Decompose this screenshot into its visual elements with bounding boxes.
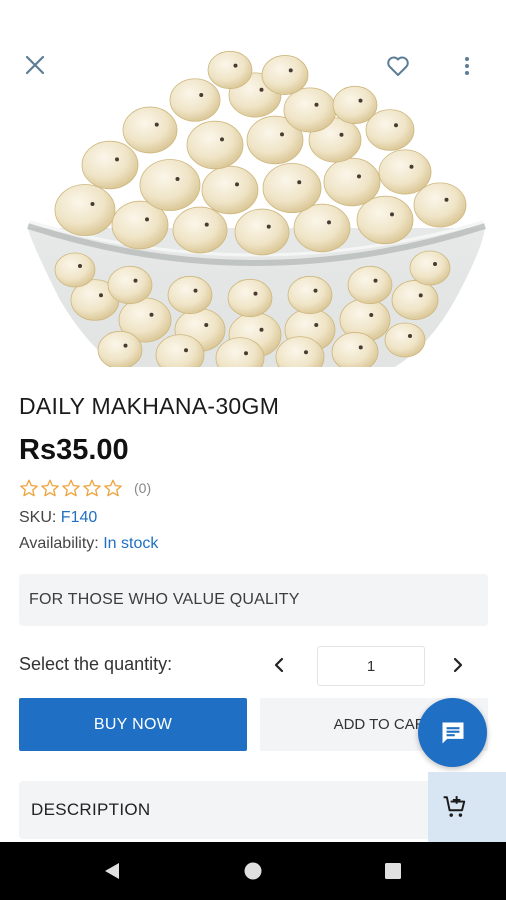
more-options-button[interactable] [453, 50, 481, 82]
rating-row[interactable]: (0) [19, 479, 151, 497]
cart-shortcut-button[interactable] [428, 772, 506, 842]
tagline-panel: FOR THOSE WHO VALUE QUALITY [19, 574, 488, 626]
tagline-text: FOR THOSE WHO VALUE QUALITY [29, 591, 300, 608]
product-title: DAILY MAKHANA-30GM [19, 393, 280, 419]
nav-recents-button[interactable] [378, 856, 408, 886]
availability-label: Availability: [19, 535, 99, 552]
quantity-decrease-button[interactable] [265, 651, 293, 679]
nav-back-button[interactable] [97, 856, 127, 886]
star-empty-icon [20, 479, 38, 497]
sku-value: F140 [60, 509, 98, 526]
home-circle-icon [244, 862, 262, 880]
buy-now-button[interactable]: BUY NOW [19, 698, 247, 751]
rating-count: (0) [134, 480, 152, 496]
add-shopping-cart-icon [443, 796, 466, 817]
more-vert-icon [465, 57, 469, 75]
availability-value: In stock [103, 535, 159, 552]
chevron-left-icon [274, 657, 284, 673]
quantity-input[interactable]: 1 [317, 646, 425, 686]
close-button[interactable] [18, 48, 52, 82]
sku-label: SKU: [19, 509, 57, 526]
star-empty-icon [41, 479, 59, 497]
nav-home-button[interactable] [238, 856, 268, 886]
star-empty-icon [62, 479, 80, 497]
product-price: Rs35.00 [19, 434, 129, 466]
description-title: DESCRIPTION [31, 800, 151, 819]
star-empty-icon [104, 479, 122, 497]
availability-row: Availability: In stock [19, 535, 158, 553]
quantity-label: Select the quantity: [19, 654, 173, 674]
star-empty-icon [83, 479, 101, 497]
recents-square-icon [385, 863, 401, 879]
back-triangle-icon [105, 863, 119, 879]
sku-row: SKU: F140 [19, 509, 97, 527]
description-section[interactable]: DESCRIPTION [19, 781, 488, 839]
heart-outline-icon [387, 56, 409, 76]
system-navigation-bar [0, 842, 506, 900]
chevron-right-icon [453, 657, 463, 673]
product-image [0, 0, 506, 367]
chat-button[interactable] [418, 698, 487, 767]
makhana-bowl-illustration [27, 50, 486, 367]
quantity-increase-button[interactable] [444, 651, 472, 679]
chat-icon [442, 722, 463, 743]
close-icon [25, 55, 45, 75]
favorite-button[interactable] [381, 49, 415, 83]
